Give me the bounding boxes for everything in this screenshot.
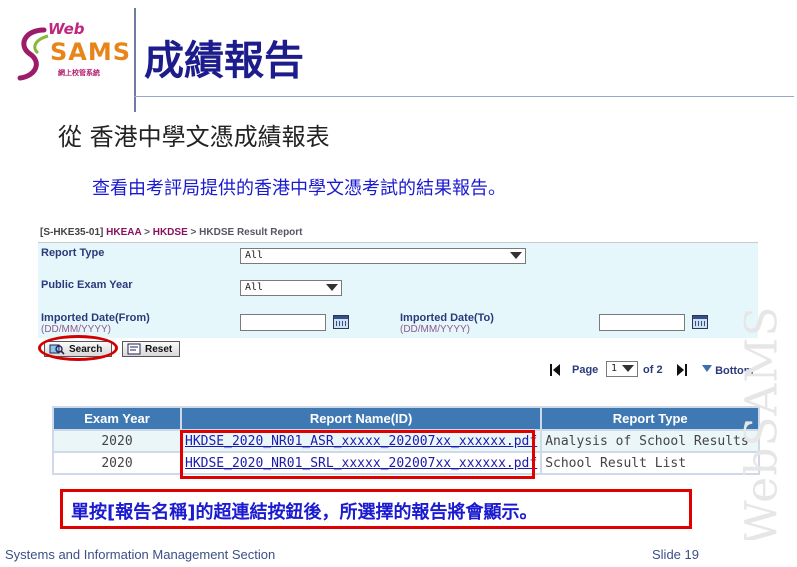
page-label: Page bbox=[572, 364, 599, 376]
page-subtitle: 從 香港中學文憑成績報表 bbox=[58, 123, 330, 151]
exam-year-label: Public Exam Year bbox=[41, 279, 133, 291]
report-name-highlight-box bbox=[180, 430, 535, 479]
date-to-input[interactable] bbox=[599, 314, 685, 331]
bottom-arrow-icon bbox=[702, 365, 712, 372]
exam-year-value: All bbox=[245, 282, 264, 293]
footer-section-name: Systems and Information Management Secti… bbox=[5, 547, 276, 562]
page-select[interactable]: 1 bbox=[606, 361, 638, 377]
reset-button-label: Reset bbox=[145, 343, 173, 355]
date-to-hint: (DD/MM/YYYY) bbox=[400, 324, 470, 335]
chevron-down-icon bbox=[326, 284, 338, 291]
report-type-label: Report Type bbox=[41, 247, 105, 259]
logo-web-text: Web bbox=[48, 20, 85, 38]
cell-exam-year: 2020 bbox=[52, 451, 182, 475]
date-from-hint: (DD/MM/YYYY) bbox=[41, 324, 111, 335]
page-title: 成績報告 bbox=[144, 37, 304, 84]
function-code: [S-HKE35-01] bbox=[40, 227, 104, 238]
cell-exam-year: 2020 bbox=[52, 429, 182, 453]
date-from-label: Imported Date(From) bbox=[41, 312, 150, 324]
breadcrumb-separator: > bbox=[190, 227, 197, 238]
reset-icon bbox=[127, 343, 141, 355]
breadcrumb-current: HKDSE Result Report bbox=[199, 227, 303, 238]
report-type-value: All bbox=[245, 250, 264, 261]
page-select-value: 1 bbox=[611, 363, 618, 374]
header-divider-horizontal bbox=[134, 96, 794, 97]
calendar-icon[interactable] bbox=[692, 315, 708, 329]
col-report-name[interactable]: Report Name(ID) bbox=[179, 406, 543, 431]
watermark-text: WebSAMS bbox=[736, 305, 788, 546]
breadcrumb: [S-HKE35-01] HKEAA > HKDSE > HKDSE Resul… bbox=[40, 227, 303, 238]
slide-number: Slide 19 bbox=[652, 547, 699, 562]
instruction-note: 單按[報告名稱]的超連結按鈕後，所選擇的報告將會顯示。 bbox=[60, 489, 692, 529]
col-exam-year[interactable]: Exam Year bbox=[52, 406, 182, 431]
date-to-label: Imported Date(To) bbox=[400, 312, 494, 324]
chevron-down-icon bbox=[622, 365, 634, 372]
breadcrumb-hkdse[interactable]: HKDSE bbox=[153, 227, 188, 238]
chevron-down-icon bbox=[510, 252, 522, 259]
calendar-icon[interactable] bbox=[333, 315, 349, 329]
search-highlight-oval bbox=[38, 335, 118, 361]
page-description: 查看由考評局提供的香港中學文憑考試的結果報告。 bbox=[92, 178, 506, 199]
logo-sub-text: 網上校管系統 bbox=[58, 69, 100, 77]
websams-logo-icon: Web SAMS 網上校管系統 bbox=[14, 20, 132, 82]
logo-sams-text: SAMS bbox=[50, 38, 132, 66]
table-header-row: Exam Year Report Name(ID) Report Type bbox=[52, 406, 761, 431]
breadcrumb-separator: > bbox=[144, 227, 150, 238]
first-page-icon[interactable] bbox=[550, 364, 560, 379]
report-type-select[interactable]: All bbox=[240, 248, 526, 264]
breadcrumb-hkeaa[interactable]: HKEAA bbox=[106, 227, 141, 238]
date-from-input[interactable] bbox=[240, 314, 326, 331]
reset-button[interactable]: Reset bbox=[122, 341, 180, 357]
page-total: of 2 bbox=[643, 364, 663, 376]
last-page-icon[interactable] bbox=[677, 364, 687, 379]
websams-watermark: WebSAMS bbox=[722, 300, 797, 550]
exam-year-select[interactable]: All bbox=[240, 280, 342, 296]
